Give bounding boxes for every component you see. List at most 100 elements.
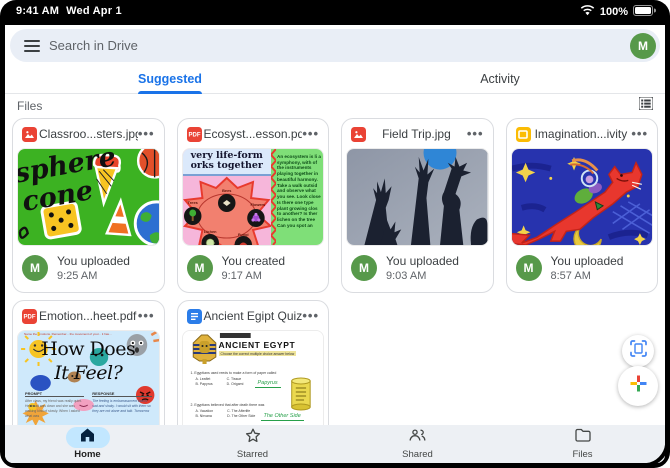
egypt-q2-option-b: B. Nirvana [195,414,212,419]
nav-shared-label: Shared [402,449,433,460]
tab-suggested-label: Suggested [138,72,202,86]
more-options-icon[interactable]: ••• [138,309,155,322]
emotion-response-text: The feeling is embarrassment that is sad… [92,398,151,413]
eco-heading: very life-form orks together [182,149,271,176]
more-options-icon[interactable]: ••• [138,127,155,140]
nav-starred[interactable]: Starred [170,425,335,463]
files-section-title: Files [17,99,43,113]
egypt-q2-option-c: C. The Afterlife [227,408,251,413]
egypt-title: ANCIENT EGYPT [218,340,296,350]
file-action: You uploaded [386,254,459,268]
emotion-prompt-label: PROMPT [25,391,85,397]
egypt-q1-option-c: C. Tissue [226,376,242,381]
scan-document-icon [629,340,647,362]
pdf-file-icon: PDF [22,308,37,324]
uploader-avatar: M [22,255,48,281]
account-avatar[interactable]: M [630,32,656,59]
menu-icon[interactable] [24,37,40,55]
active-tab-underline [138,91,202,94]
tablet-frame: 9:41 AM Wed Apr 1 100% Search in Drive M … [0,0,670,468]
file-title: Emotion...heet.pdf [39,309,137,323]
docs-file-icon [186,308,202,324]
egypt-q1-option-b: B. Papyrus [195,382,213,387]
create-new-button[interactable] [618,366,658,406]
eco-label-lichen: Lichen [203,229,216,234]
home-icon [80,428,95,447]
battery-percent: 100% [599,6,628,18]
shared-people-icon [409,428,426,447]
file-title: Ancient Egipt Quiz [203,309,303,323]
nav-files-label: Files [572,449,593,460]
file-title: Field Trip.jpg [382,127,451,141]
more-options-icon[interactable]: ••• [302,309,319,322]
wifi-icon [580,5,595,19]
scan-button[interactable] [622,335,654,367]
bottom-navigation: Home Starred Shared Files [5,425,665,463]
file-time: 9:03 AM [386,270,427,282]
file-card-field-trip[interactable]: Field Trip.jpg ••• M You uploaded 9:03 A… [341,118,494,293]
status-time: 9:41 AM [16,5,60,17]
tab-suggested[interactable]: Suggested [5,67,335,94]
file-card-imagination-activity[interactable]: Imagination...ivity ••• M You uploaded 8… [505,118,658,293]
multicolor-plus-icon [629,374,648,398]
more-options-icon[interactable]: ••• [467,127,484,140]
status-time-date: 9:41 AM Wed Apr 1 [16,5,122,17]
emotion-title-line2: It Feel? [54,362,123,384]
egypt-q1-option-a: A. Leaflet [195,376,211,381]
status-date: Wed Apr 1 [66,5,122,17]
pdf-file-icon: PDF [186,126,202,142]
more-options-icon[interactable]: ••• [302,127,319,140]
file-time: 8:57 AM [550,270,591,282]
nav-files[interactable]: Files [500,425,665,463]
star-icon [245,428,261,448]
eco-label-bees: Bees [222,188,232,193]
nav-starred-pill [231,427,275,448]
file-thumbnail [510,148,653,246]
tab-bar: Suggested Activity [5,67,665,94]
nav-starred-label: Starred [236,449,269,460]
eco-paragraph: An ecosystem is li a symphony, with of t… [277,154,321,228]
file-thumbnail [346,148,489,246]
egypt-q2-option-a: A. Vacation [195,408,214,413]
nav-home-label: Home [74,449,101,460]
file-card-classroom-posters[interactable]: Classroo...sters.jpg ••• sphere cone M Y… [12,118,165,293]
nav-shared[interactable]: Shared [335,425,500,463]
file-card-ecosystem-lesson[interactable]: PDF Ecosyst...esson.pdf ••• very life-fo… [176,118,329,293]
file-time: 9:25 AM [57,270,98,282]
search-input[interactable]: Search in Drive [49,38,138,53]
search-bar[interactable]: Search in Drive M [10,29,660,62]
files-section-header: Files [17,96,655,115]
app-screen: Search in Drive M Suggested Activity Fil… [5,25,665,463]
more-options-icon[interactable]: ••• [631,127,648,140]
emotion-prompt-text: After class, my friend was really quiet.… [25,398,82,418]
egypt-answer-1: Papyrus [254,380,281,388]
nav-files-pill [561,427,605,448]
egypt-subtitle: Choose the correct multiple choice answe… [218,351,297,356]
tab-activity-label: Activity [480,72,520,86]
folder-icon [574,428,591,447]
tab-activity[interactable]: Activity [335,67,665,93]
egypt-q1-option-d: D. Origami [226,382,244,387]
nav-home[interactable]: Home [5,425,170,463]
file-thumbnail: sphere cone [17,148,160,246]
egypt-q1: 1. Egyptians used reeds to make a form o… [190,371,277,375]
list-view-icon[interactable] [638,96,654,115]
file-action: You uploaded [57,254,130,268]
battery-icon [633,5,656,19]
file-title: Classroo...sters.jpg [39,127,138,141]
svg-text:PDF: PDF [188,133,200,139]
slides-file-icon [515,126,531,142]
file-thumbnail: very life-form orks together Bees Flower… [181,148,324,246]
uploader-avatar: M [515,255,542,281]
egypt-q2: 2. Egyptians believed that after death t… [190,403,265,407]
file-action: You created [221,254,286,268]
nav-shared-pill [396,427,440,448]
file-time: 9:17 AM [221,270,262,282]
file-action: You uploaded [550,254,624,268]
status-bar: 9:41 AM Wed Apr 1 100% [0,0,670,25]
eco-label-flowers: Flowers [250,202,265,207]
uploader-avatar: M [186,255,213,281]
eco-label-trees: Trees [187,200,198,205]
egypt-q2-option-d: D. The Other Side [227,414,256,419]
file-title: Ecosyst...esson.pdf [203,127,303,141]
